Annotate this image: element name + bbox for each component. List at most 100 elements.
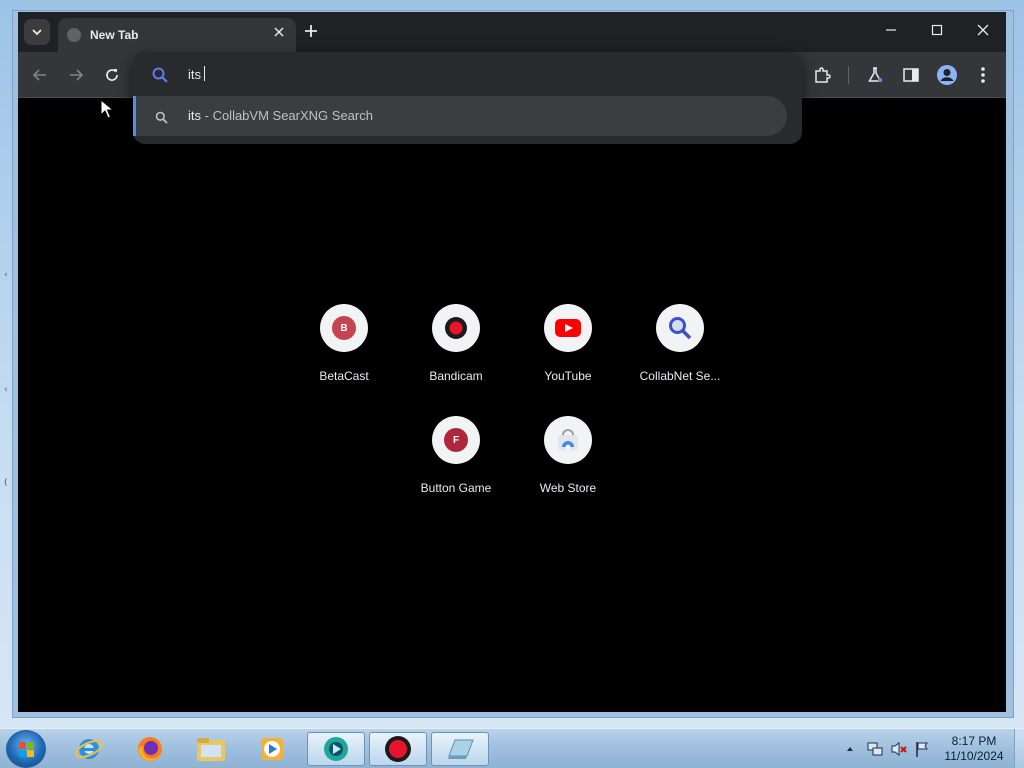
collabvm-app-icon bbox=[324, 737, 348, 761]
shortcut-label: BetaCast bbox=[319, 369, 369, 383]
taskbar-file-explorer[interactable] bbox=[182, 732, 240, 766]
close-icon bbox=[274, 27, 284, 37]
suggestion-highlight-bar bbox=[133, 96, 136, 136]
maximize-button[interactable] bbox=[922, 20, 952, 42]
tray-action-center[interactable] bbox=[914, 739, 930, 759]
bandicam-icon bbox=[445, 317, 467, 339]
reload-button[interactable] bbox=[101, 64, 123, 86]
start-button[interactable] bbox=[6, 730, 46, 768]
browser-window: New Tab its its - CollabVM SearXNG Searc… bbox=[18, 12, 1006, 712]
internet-explorer-icon bbox=[75, 739, 103, 759]
shortcut-label: Web Store bbox=[539, 481, 597, 495]
tab-new-tab[interactable]: New Tab bbox=[58, 18, 296, 52]
taskbar-clock[interactable]: 8:17 PM 11/10/2024 bbox=[940, 734, 1008, 764]
plus-icon bbox=[305, 25, 317, 37]
shortcut-web-store[interactable]: Web Store bbox=[512, 416, 624, 516]
minimize-icon bbox=[886, 29, 896, 31]
suggestion-separator: - bbox=[201, 108, 213, 123]
volume-muted-icon bbox=[891, 742, 907, 756]
omnibox-suggestion[interactable]: its - CollabVM SearXNG Search bbox=[133, 96, 787, 136]
text-caret bbox=[204, 66, 205, 81]
shortcut-icon-container: B bbox=[320, 304, 368, 352]
globe-icon bbox=[67, 28, 81, 42]
minimize-button[interactable] bbox=[876, 20, 906, 42]
new-tab-button[interactable] bbox=[300, 21, 322, 43]
avatar-icon bbox=[937, 65, 957, 85]
close-tab-button[interactable] bbox=[270, 25, 288, 43]
suggestion-query: its bbox=[188, 108, 201, 123]
side-panel-button[interactable] bbox=[900, 64, 922, 86]
shortcut-label: YouTube bbox=[544, 369, 592, 383]
close-window-button[interactable] bbox=[968, 20, 998, 42]
shortcut-label: Bandicam bbox=[429, 369, 483, 383]
media-player-icon bbox=[261, 738, 283, 760]
taskbar-media-player[interactable] bbox=[243, 732, 301, 766]
kebab-menu-icon bbox=[981, 67, 985, 83]
desktop-edge-mark: ( bbox=[4, 478, 8, 488]
tab-search-button[interactable] bbox=[24, 19, 50, 45]
network-icon bbox=[867, 742, 883, 756]
flag-icon bbox=[916, 742, 928, 757]
close-icon bbox=[977, 24, 989, 36]
button-game-icon: F bbox=[444, 428, 468, 452]
reload-icon bbox=[106, 69, 118, 81]
shortcut-label: Button Game bbox=[420, 481, 492, 495]
shortcut-betacast[interactable]: B BetaCast bbox=[288, 304, 400, 404]
search-icon bbox=[151, 66, 169, 88]
betacast-icon: B bbox=[332, 316, 356, 340]
puzzle-icon bbox=[815, 67, 831, 83]
arrow-left-icon bbox=[32, 69, 46, 81]
chevron-up-icon bbox=[847, 747, 853, 751]
notepad-icon bbox=[448, 739, 474, 759]
clock-date: 11/10/2024 bbox=[944, 749, 1004, 763]
taskbar-collabvm-app[interactable] bbox=[307, 732, 365, 766]
shortcut-icon-container: F bbox=[432, 416, 480, 464]
taskbar-internet-explorer[interactable] bbox=[60, 732, 118, 766]
desktop-edge-mark: ‹ bbox=[4, 385, 8, 395]
taskbar-firefox[interactable] bbox=[121, 732, 179, 766]
omnibox-dropdown: its its - CollabVM SearXNG Search bbox=[133, 52, 802, 144]
profile-button[interactable] bbox=[936, 64, 958, 86]
chevron-down-icon bbox=[32, 29, 42, 36]
shortcut-icon-container bbox=[544, 416, 592, 464]
flask-icon bbox=[868, 67, 883, 83]
taskbar-bandicam[interactable] bbox=[369, 732, 427, 766]
search-magnifier-icon bbox=[669, 317, 692, 340]
shortcut-button-game[interactable]: F Button Game bbox=[400, 416, 512, 516]
side-panel-icon bbox=[903, 68, 919, 82]
tray-network[interactable] bbox=[866, 739, 884, 759]
youtube-icon bbox=[555, 319, 581, 337]
labs-button[interactable] bbox=[864, 64, 886, 86]
bandicam-record-icon bbox=[385, 736, 411, 762]
address-bar-input[interactable]: its bbox=[188, 64, 768, 86]
show-desktop-button[interactable] bbox=[1014, 729, 1024, 768]
arrow-right-icon bbox=[70, 69, 84, 81]
taskbar: 8:17 PM 11/10/2024 bbox=[0, 728, 1024, 768]
shortcut-youtube[interactable]: YouTube bbox=[512, 304, 624, 404]
suggestion-engine: CollabVM SearXNG Search bbox=[212, 108, 373, 123]
forward-button[interactable] bbox=[65, 64, 87, 86]
clock-time: 8:17 PM bbox=[951, 734, 997, 748]
tab-strip: New Tab bbox=[18, 12, 1006, 52]
web-store-icon bbox=[558, 429, 578, 450]
shortcut-label: CollabNet Se... bbox=[639, 369, 721, 383]
mouse-cursor-icon bbox=[100, 99, 114, 119]
tab-title: New Tab bbox=[90, 28, 139, 42]
menu-button[interactable] bbox=[972, 64, 994, 86]
shortcut-icon-container bbox=[432, 304, 480, 352]
search-icon bbox=[155, 109, 168, 128]
firefox-icon bbox=[138, 737, 162, 761]
taskbar-notepad[interactable] bbox=[431, 732, 489, 766]
file-explorer-icon bbox=[197, 738, 225, 761]
suggestion-text: its - CollabVM SearXNG Search bbox=[188, 108, 373, 123]
address-bar-text: its bbox=[188, 67, 201, 82]
tray-volume[interactable] bbox=[890, 739, 908, 759]
back-button[interactable] bbox=[29, 64, 51, 86]
shortcut-bandicam[interactable]: Bandicam bbox=[400, 304, 512, 404]
shortcut-icon-container bbox=[656, 304, 704, 352]
extensions-button[interactable] bbox=[811, 64, 833, 86]
show-hidden-icons-button[interactable] bbox=[845, 739, 855, 759]
maximize-icon bbox=[931, 24, 943, 36]
shortcut-collabnet-search[interactable]: CollabNet Se... bbox=[624, 304, 736, 404]
shortcut-icon-container bbox=[544, 304, 592, 352]
